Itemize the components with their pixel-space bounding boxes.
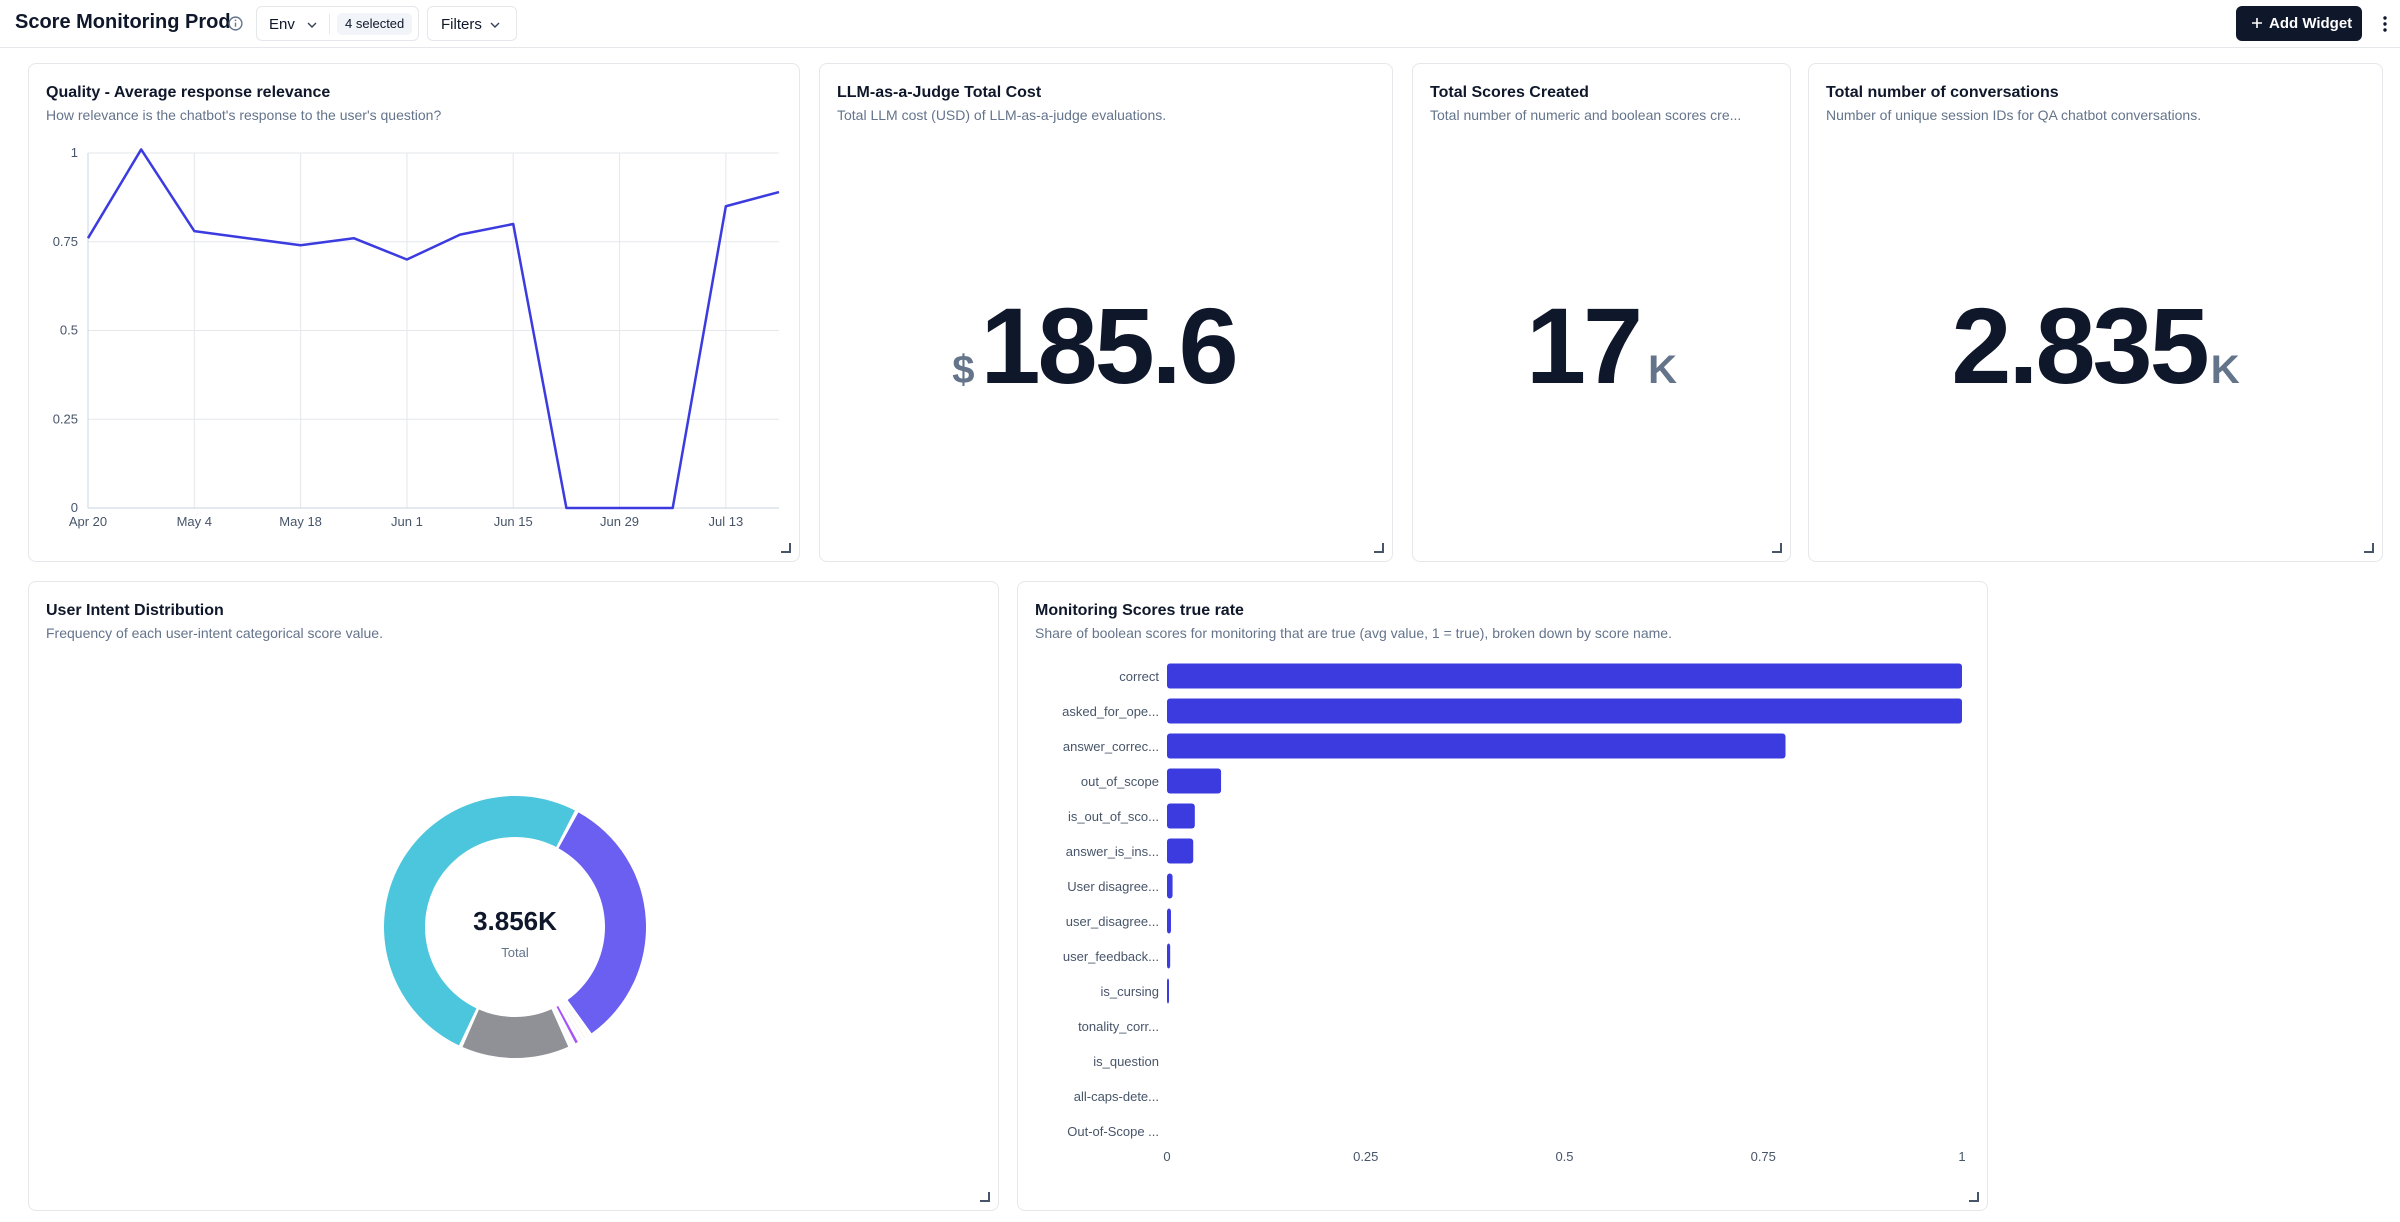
donut-center-value: 3.856K xyxy=(473,906,557,936)
intent-widget: User Intent Distribution Frequency of ea… xyxy=(28,581,999,1211)
env-label: Env xyxy=(269,16,295,33)
resize-handle[interactable] xyxy=(980,1192,990,1202)
bar-category-label: user_disagree... xyxy=(1066,914,1159,929)
filters-button[interactable]: Filters xyxy=(427,6,517,41)
bar xyxy=(1167,838,1194,864)
bar-category-label: is_cursing xyxy=(1100,984,1159,999)
monitoring-widget: Monitoring Scores true rate Share of boo… xyxy=(1017,581,1988,1211)
bar-category-label: is_question xyxy=(1093,1054,1159,1069)
env-selected-badge: 4 selected xyxy=(337,13,413,35)
metric-suffix: K xyxy=(1648,348,1678,392)
bar xyxy=(1167,733,1786,759)
monitoring-bar-chart: correct asked_for_ope... answer_correc...o… xyxy=(1062,663,1966,1164)
widget-title: Total Scores Created xyxy=(1430,84,1589,101)
bar xyxy=(1167,663,1962,689)
divider xyxy=(329,14,330,34)
bar-category-label: is_out_of_sco... xyxy=(1068,809,1159,824)
bar-category-label: answer_correc... xyxy=(1063,739,1159,754)
metric-number: 2.835 xyxy=(1951,285,2209,406)
x-tick-label: Jul 13 xyxy=(708,514,743,529)
scores-widget: Total Scores Created Total number of num… xyxy=(1412,63,1791,562)
metric-suffix: K xyxy=(2210,348,2240,392)
resize-handle[interactable] xyxy=(1374,543,1384,553)
x-tick-label: Jun 1 xyxy=(391,514,423,529)
intent-donut-chart: 3.856K Total xyxy=(383,795,646,1058)
chevron-down-icon xyxy=(307,22,317,28)
bar xyxy=(1167,908,1171,934)
y-tick-label: 0.5 xyxy=(60,323,78,338)
bar-category-label: tonality_corr... xyxy=(1078,1019,1159,1034)
widget-title: LLM-as-a-Judge Total Cost xyxy=(837,84,1042,101)
x-tick-label: 0 xyxy=(1163,1149,1170,1164)
top-bar: Score Monitoring Prod Env 4 selected Fil… xyxy=(0,0,2400,48)
donut-slice xyxy=(558,812,646,1034)
y-tick-label: 1 xyxy=(71,145,78,160)
metric-value: 2.835 K xyxy=(1809,292,2382,400)
bar-category-label: asked_for_ope... xyxy=(1062,704,1159,719)
bar-category-label: user_feedback... xyxy=(1063,949,1159,964)
donut-center-label: Total xyxy=(501,945,529,960)
donut-slice xyxy=(462,1009,569,1058)
x-tick-label: May 4 xyxy=(177,514,212,529)
bar-category-label: correct xyxy=(1119,669,1159,684)
widget-description: Number of unique session IDs for QA chat… xyxy=(1826,107,2202,123)
x-tick-label: Jun 15 xyxy=(494,514,533,529)
y-tick-label: 0 xyxy=(71,500,78,515)
relevance-widget: Quality - Average response relevance How… xyxy=(28,63,800,562)
y-tick-label: 0.75 xyxy=(53,234,78,249)
widget-description: Total number of numeric and boolean scor… xyxy=(1430,107,1742,123)
resize-handle[interactable] xyxy=(1969,1192,1979,1202)
widget-title: Total number of conversations xyxy=(1826,84,2059,101)
bar xyxy=(1167,943,1171,969)
conversations-widget: Total number of conversations Number of … xyxy=(1808,63,2383,562)
env-filter-button[interactable]: Env 4 selected xyxy=(256,6,419,41)
x-tick-label: Apr 20 xyxy=(69,514,107,529)
plus-icon xyxy=(2252,18,2262,28)
metric-number: 17 xyxy=(1525,285,1643,406)
x-tick-label: 1 xyxy=(1958,1149,1965,1164)
x-tick-label: Jun 29 xyxy=(600,514,639,529)
metric-value: $185.6 xyxy=(808,292,1380,400)
bar xyxy=(1167,803,1195,829)
add-widget-label: Add Widget xyxy=(2269,15,2353,32)
resize-handle[interactable] xyxy=(1772,543,1782,553)
metric-number: 185.6 xyxy=(980,285,1238,406)
filters-label: Filters xyxy=(441,16,482,33)
x-tick-label: 0.75 xyxy=(1751,1149,1776,1164)
x-tick-label: 0.25 xyxy=(1353,1149,1378,1164)
resize-handle[interactable] xyxy=(781,543,791,553)
chevron-down-icon xyxy=(490,22,500,28)
bar-category-label: out_of_scope xyxy=(1081,774,1159,789)
more-vertical-icon[interactable] xyxy=(2375,13,2395,35)
info-icon[interactable] xyxy=(227,15,244,32)
bar xyxy=(1167,978,1169,1004)
bar-category-label: User disagree... xyxy=(1067,879,1159,894)
bar-category-label: answer_is_ins... xyxy=(1066,844,1159,859)
y-tick-label: 0.25 xyxy=(53,411,78,426)
widget-description: Total LLM cost (USD) of LLM-as-a-judge e… xyxy=(837,107,1167,123)
relevance-series-line xyxy=(86,148,780,510)
x-tick-label: 0.5 xyxy=(1555,1149,1573,1164)
bar-category-label: Out-of-Scope ... xyxy=(1067,1124,1159,1139)
relevance-line-chart: 1 0.75 0.5 0.25 0Apr 20 May 4 May 18 Jun 1 Jun 1… xyxy=(53,145,780,529)
bar xyxy=(1167,768,1222,794)
currency-prefix: $ xyxy=(952,348,975,392)
resize-handle[interactable] xyxy=(2364,543,2374,553)
bar xyxy=(1167,873,1173,899)
bar-category-label: all-caps-dete... xyxy=(1074,1089,1159,1104)
page-title: Score Monitoring Prod xyxy=(15,11,231,33)
x-tick-label: May 18 xyxy=(279,514,322,529)
bar xyxy=(1167,698,1962,724)
cost-widget: LLM-as-a-Judge Total Cost Total LLM cost… xyxy=(819,63,1393,562)
metric-value: 17 K xyxy=(1413,292,1790,400)
add-widget-button[interactable]: Add Widget xyxy=(2236,6,2362,41)
